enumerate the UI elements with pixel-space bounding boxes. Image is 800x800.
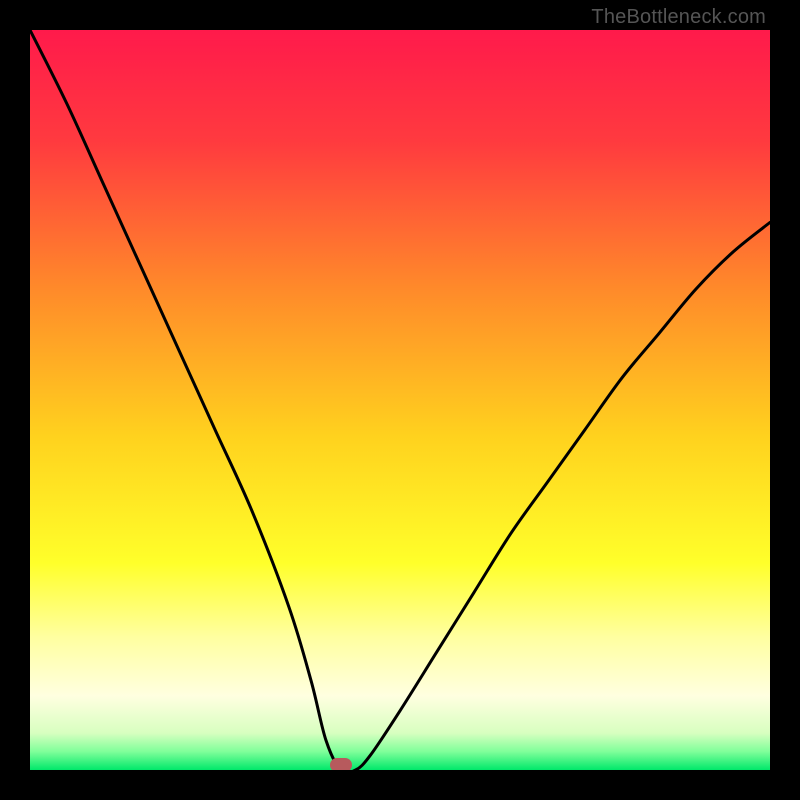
minimum-marker xyxy=(330,758,352,770)
plot-area xyxy=(30,30,770,770)
chart-frame: TheBottleneck.com xyxy=(0,0,800,800)
attribution-text: TheBottleneck.com xyxy=(591,6,766,29)
bottleneck-curve xyxy=(30,30,770,770)
